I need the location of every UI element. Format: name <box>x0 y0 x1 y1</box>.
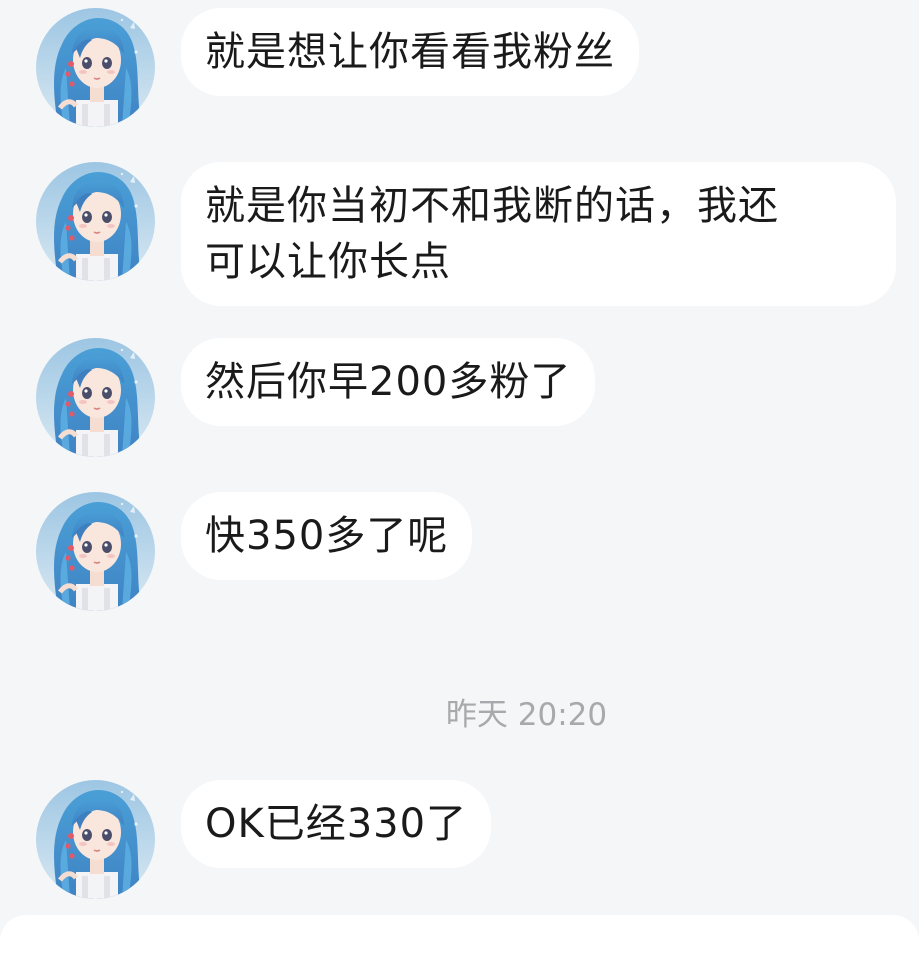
avatar-anime-girl-icon[interactable] <box>36 162 155 281</box>
avatar-anime-girl-icon[interactable] <box>36 8 155 127</box>
message-bubble[interactable]: 就是你当初不和我断的话，我还 可以让你长点 <box>181 162 896 306</box>
avatar-anime-girl-icon[interactable] <box>36 338 155 457</box>
message-bubble[interactable]: 快350多了呢 <box>181 492 473 580</box>
message-bubble[interactable]: 然后你早200多粉了 <box>181 338 596 426</box>
avatar-anime-girl-icon[interactable] <box>36 492 155 611</box>
input-bar-edge <box>0 915 919 955</box>
message-bubble[interactable]: 就是想让你看看我粉丝 <box>181 8 639 96</box>
message-bubble[interactable]: OK已经330了 <box>181 780 492 868</box>
message-timestamp: 昨天 20:20 <box>445 697 608 733</box>
avatar-anime-girl-icon[interactable] <box>36 780 155 899</box>
chat-thread: 就是想让你看看我粉丝 就是你当初不和我断的话，我还 可以让你长点 然后你早200… <box>0 0 919 955</box>
